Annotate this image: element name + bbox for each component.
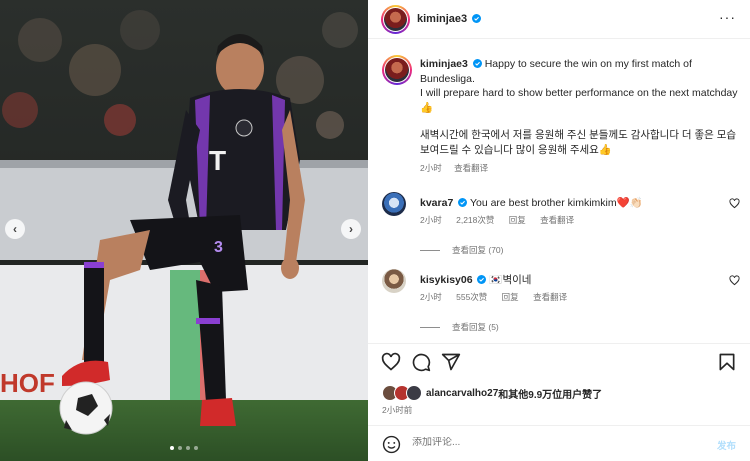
caption-time[interactable]: 2小时 — [420, 163, 442, 173]
comment-time[interactable]: 2小时 — [420, 292, 442, 302]
add-comment-bar: 发布 — [368, 425, 750, 461]
author-avatar[interactable] — [381, 5, 410, 34]
comment-item: kvara7 You are best brother kimkimkim❤️👏… — [382, 192, 742, 262]
verified-badge-icon — [477, 275, 487, 284]
likes-count-text[interactable]: 和其他9.9万位用户赞了 — [498, 386, 602, 401]
verified-badge-icon — [458, 198, 468, 207]
carousel-dot — [170, 446, 174, 450]
comment-time[interactable]: 2小时 — [420, 215, 442, 225]
post-comment-button[interactable]: 发布 — [717, 438, 736, 452]
post-photo: HOF T 3 — [0, 0, 368, 461]
caption-username[interactable]: kiminjae3 — [420, 58, 468, 70]
save-bookmark-icon[interactable] — [717, 352, 737, 372]
svg-text:HOF: HOF — [0, 368, 55, 398]
chevron-right-icon: › — [349, 222, 353, 236]
liker-avatar — [406, 385, 422, 401]
caption-text-line2: I will prepare hard to show better perfo… — [420, 87, 738, 114]
commenter-avatar[interactable] — [382, 192, 406, 216]
post-details-panel: kiminjae3 ··· kiminjae3 Happy to secure … — [368, 0, 750, 461]
carousel-indicator — [0, 446, 368, 450]
likes-summary: alancarvalho27 和其他9.9万位用户赞了 — [382, 385, 602, 401]
carousel-dot — [194, 446, 198, 450]
svg-text:T: T — [209, 145, 226, 176]
post-header: kiminjae3 ··· — [368, 0, 750, 39]
emoji-icon[interactable] — [382, 435, 401, 454]
view-replies-label[interactable]: 查看回复 (70) — [452, 244, 503, 256]
caption-avatar[interactable] — [382, 55, 412, 85]
author-username[interactable]: kiminjae3 — [417, 13, 467, 25]
like-comment-heart-icon[interactable] — [729, 275, 740, 286]
more-options-icon[interactable]: ··· — [719, 9, 736, 25]
view-replies-button[interactable]: 查看回复 (5) — [420, 321, 499, 333]
comment-likes[interactable]: 555次赞 — [456, 292, 487, 302]
see-translation-link[interactable]: 查看翻译 — [540, 215, 574, 225]
commenter-avatar[interactable] — [382, 269, 406, 293]
liker-avatars — [382, 385, 422, 401]
comment-text: 🇰🇷벽이네 — [489, 274, 532, 286]
next-slide-button[interactable]: › — [341, 219, 361, 239]
previous-slide-button[interactable]: ‹ — [5, 219, 25, 239]
view-replies-label[interactable]: 查看回复 (5) — [452, 321, 499, 333]
comment-bubble-icon[interactable] — [411, 352, 431, 372]
caption-text-korean: 새벽시간에 한국에서 저를 응원해 주신 분들께도 감사합니다 더 좋은 모습 … — [420, 129, 737, 156]
post-actions: alancarvalho27和其他9.9万位用户赞了 2小时前 发布 — [368, 343, 750, 461]
replies-divider — [420, 249, 440, 251]
like-comment-heart-icon[interactable] — [729, 198, 740, 209]
see-translation-link[interactable]: 查看翻译 — [533, 292, 567, 302]
likes-username[interactable]: alancarvalho27 — [426, 388, 498, 399]
comment-text: You are best brother kimkimkim❤️👏🏻 — [469, 197, 643, 209]
comment-likes[interactable]: 2,218次赞 — [456, 215, 494, 225]
view-replies-button[interactable]: 查看回复 (70) — [420, 244, 503, 256]
commenter-username[interactable]: kisykisy06 — [420, 274, 473, 286]
reply-button[interactable]: 回复 — [509, 215, 526, 225]
jersey-number: 3 — [214, 239, 223, 256]
replies-divider — [420, 326, 440, 328]
post-time: 2小时前 — [382, 405, 413, 415]
verified-badge-icon — [472, 14, 482, 23]
post-media[interactable]: HOF T 3 ‹ › — [0, 0, 368, 461]
like-heart-icon[interactable] — [381, 352, 401, 372]
carousel-dot — [186, 446, 190, 450]
verified-badge-icon — [472, 59, 482, 68]
commenter-username[interactable]: kvara7 — [420, 197, 453, 209]
chevron-left-icon: ‹ — [13, 222, 17, 236]
share-send-icon[interactable] — [441, 352, 461, 372]
comment-input[interactable] — [412, 437, 692, 448]
comment-item: kisykisy06 🇰🇷벽이네 2小时 555次赞 回复 查看翻译 查看回复 … — [382, 269, 742, 339]
reply-button[interactable]: 回复 — [502, 292, 519, 302]
carousel-dot — [178, 446, 182, 450]
see-translation-link[interactable]: 查看翻译 — [454, 163, 488, 173]
